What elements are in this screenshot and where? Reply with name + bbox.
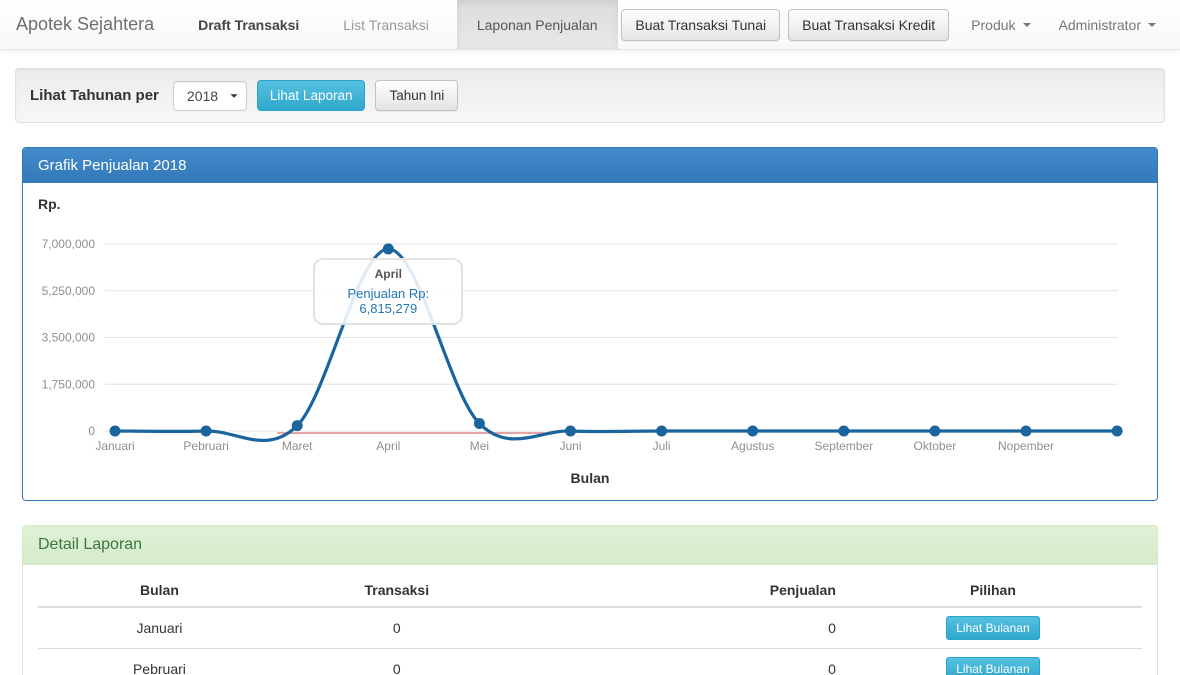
tooltip-value-label: Penjualan Rp: 6,815,279 <box>317 286 459 316</box>
detail-laporan-panel: Detail Laporan Bulan Transaksi Penjualan… <box>22 525 1158 675</box>
data-point[interactable] <box>110 426 121 437</box>
lihat-bulanan-button[interactable]: Lihat Bulanan <box>946 616 1039 640</box>
tahun-ini-button[interactable]: Tahun Ini <box>375 80 458 111</box>
cell-penjualan: 0 <box>513 607 844 649</box>
buat-transaksi-kredit-button[interactable]: Buat Transaksi Kredit <box>788 9 949 41</box>
x-tick-label: Pebruari <box>183 439 228 453</box>
x-tick-label: Agustus <box>731 439 774 453</box>
cell-transaksi: 0 <box>281 649 513 675</box>
detail-table-body: Januari 0 0 Lihat Bulanan Pebruari 0 0 L… <box>38 607 1142 675</box>
data-point[interactable] <box>565 426 576 437</box>
y-tick-label: 3,500,000 <box>42 331 96 345</box>
year-select-value: 2018 <box>187 88 218 104</box>
data-point[interactable] <box>474 418 485 429</box>
filter-label: Lihat Tahunan per <box>30 87 159 104</box>
data-point[interactable] <box>1021 426 1032 437</box>
x-axis-title: Bulan <box>571 470 610 486</box>
data-point[interactable] <box>656 426 667 437</box>
nav-item-draft-transaksi[interactable]: Draft Transaksi <box>182 0 315 49</box>
sales-chart-panel: Grafik Penjualan 2018 Rp. 7,000,0005,250… <box>22 147 1158 501</box>
produk-dropdown-label: Produk <box>971 17 1015 33</box>
header-penjualan: Penjualan <box>513 574 844 607</box>
chart-body: Rp. 7,000,0005,250,0003,500,0001,750,000… <box>23 183 1157 500</box>
nav-item-laporan-penjualan[interactable]: Laponan Penjualan <box>457 0 618 49</box>
data-point[interactable] <box>1112 426 1123 437</box>
chart-tooltip: April Penjualan Rp: 6,815,279 <box>313 258 463 325</box>
monthly-report-table: Bulan Transaksi Penjualan Pilihan Januar… <box>38 574 1142 675</box>
header-transaksi: Transaksi <box>281 574 513 607</box>
x-tick-label: Juli <box>653 439 671 453</box>
detail-panel-body: Bulan Transaksi Penjualan Pilihan Januar… <box>23 565 1157 675</box>
caret-down-icon <box>1023 23 1031 27</box>
lihat-bulanan-button[interactable]: Lihat Bulanan <box>946 657 1039 675</box>
navbar-right: Buat Transaksi Tunai Buat Transaksi Kred… <box>621 0 1180 49</box>
y-tick-label: 1,750,000 <box>42 377 96 391</box>
lihat-laporan-button[interactable]: Lihat Laporan <box>257 80 366 111</box>
brand-link[interactable]: Apotek Sejahtera <box>0 0 170 49</box>
table-row: Pebruari 0 0 Lihat Bulanan <box>38 649 1142 675</box>
administrator-dropdown[interactable]: Administrator <box>1045 17 1170 33</box>
x-tick-label: Mei <box>470 439 489 453</box>
y-tick-label: 5,250,000 <box>42 284 96 298</box>
data-point[interactable] <box>929 426 940 437</box>
detail-panel-title: Detail Laporan <box>23 526 1157 565</box>
produk-dropdown[interactable]: Produk <box>957 17 1044 33</box>
caret-down-icon <box>230 94 237 98</box>
sales-line <box>115 249 1117 441</box>
tooltip-month-label: April <box>317 267 459 281</box>
header-bulan: Bulan <box>38 574 281 607</box>
data-point[interactable] <box>747 426 758 437</box>
caret-down-icon <box>1148 23 1156 27</box>
x-tick-label: Nopember <box>998 439 1054 453</box>
administrator-dropdown-label: Administrator <box>1059 17 1141 33</box>
data-point[interactable] <box>292 420 303 431</box>
x-tick-label: April <box>376 439 400 453</box>
data-point[interactable] <box>838 426 849 437</box>
year-filter-bar: Lihat Tahunan per 2018 Lihat Laporan Tah… <box>15 68 1165 123</box>
cell-penjualan: 0 <box>513 649 844 675</box>
cell-bulan: Januari <box>38 607 281 649</box>
x-tick-label: Oktober <box>914 439 957 453</box>
data-point[interactable] <box>383 243 394 254</box>
navbar: Apotek Sejahtera Draft Transaksi List Tr… <box>0 0 1180 50</box>
y-tick-label: 0 <box>88 424 95 438</box>
table-header-row: Bulan Transaksi Penjualan Pilihan <box>38 574 1142 607</box>
cell-transaksi: 0 <box>281 607 513 649</box>
data-point[interactable] <box>201 426 212 437</box>
cell-bulan: Pebruari <box>38 649 281 675</box>
x-tick-label: Juni <box>559 439 581 453</box>
year-select[interactable]: 2018 <box>173 81 247 111</box>
x-tick-label: Januari <box>95 439 134 453</box>
x-tick-label: September <box>814 439 873 453</box>
y-tick-label: 7,000,000 <box>42 237 96 251</box>
table-row: Januari 0 0 Lihat Bulanan <box>38 607 1142 649</box>
nav-item-list-transaksi[interactable]: List Transaksi <box>327 0 445 49</box>
nav-tabs: Draft Transaksi List Transaksi Laponan P… <box>170 0 617 49</box>
chart-panel-title: Grafik Penjualan 2018 <box>23 148 1157 183</box>
x-tick-label: Maret <box>282 439 313 453</box>
header-pilihan: Pilihan <box>844 574 1142 607</box>
buat-transaksi-tunai-button[interactable]: Buat Transaksi Tunai <box>621 9 780 41</box>
sales-line-chart: 7,000,000 5,250,000 3,500,000 1,750,000 0Jan… <box>23 183 1155 473</box>
